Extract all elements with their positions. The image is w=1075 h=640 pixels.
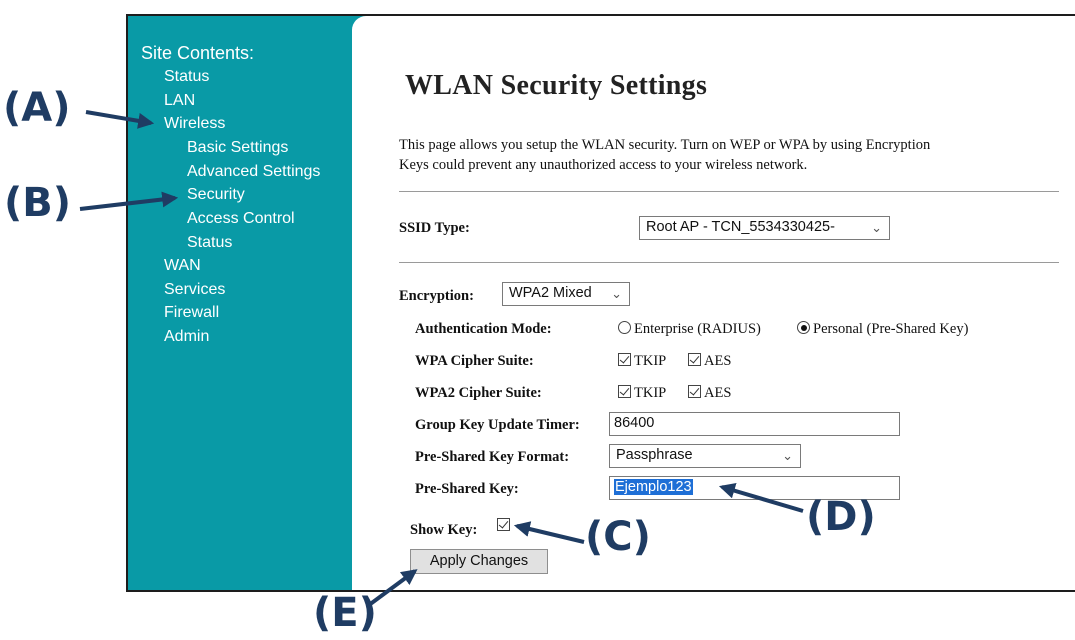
annotation-arrows (79, 110, 804, 607)
arrow-d (718, 482, 804, 513)
arrow-b (79, 191, 179, 211)
arrow-a (85, 110, 155, 129)
arrow-c (513, 521, 585, 544)
arrow-e (367, 569, 418, 607)
